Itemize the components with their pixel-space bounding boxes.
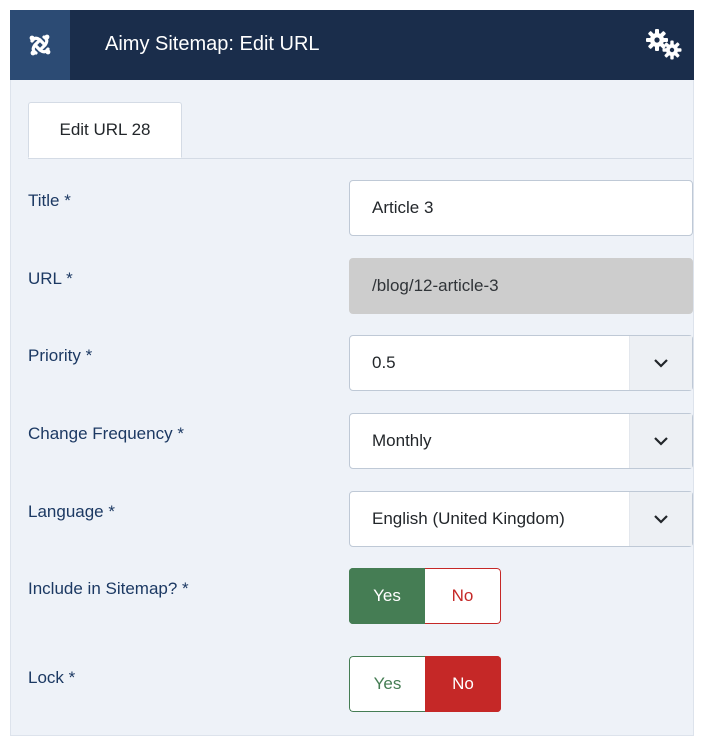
joomla-logo-glyph [29,34,51,56]
language-select[interactable]: English (United Kingdom) [349,491,693,547]
tab-edit-url[interactable]: Edit URL 28 [28,102,182,158]
tab-bar: Edit URL 28 [28,102,692,159]
url-field[interactable] [349,258,693,314]
lock-switcher: Yes No [349,656,501,712]
chevron-down-icon [629,492,692,546]
change-frequency-label: Change Frequency * [28,424,184,443]
change-frequency-select[interactable]: Monthly [349,413,693,469]
toolbar-header: Aimy Sitemap: Edit URL [10,10,694,80]
priority-select[interactable]: 0.5 [349,335,693,391]
include-in-sitemap-label: Include in Sitemap? * [28,579,189,598]
options-button[interactable] [644,27,684,63]
chevron-down-icon [629,414,692,468]
gears-icon [646,29,682,60]
include-no-option[interactable]: No [425,568,501,624]
page-title: Aimy Sitemap: Edit URL [105,33,320,55]
title-label: Title * [28,191,71,210]
url-label: URL * [28,269,73,288]
language-label: Language * [28,502,115,521]
change-frequency-value: Monthly [372,431,432,450]
priority-value: 0.5 [372,353,396,372]
chevron-down-icon [629,336,692,390]
joomla-logo-icon[interactable] [10,10,70,80]
lock-label: Lock * [28,668,76,687]
include-in-sitemap-switcher: Yes No [349,568,501,624]
lock-yes-option[interactable]: Yes [349,656,425,712]
include-yes-option[interactable]: Yes [349,568,425,624]
lock-no-option[interactable]: No [425,656,501,712]
priority-label: Priority * [28,346,93,365]
title-field[interactable] [349,180,693,236]
language-value: English (United Kingdom) [372,509,565,528]
